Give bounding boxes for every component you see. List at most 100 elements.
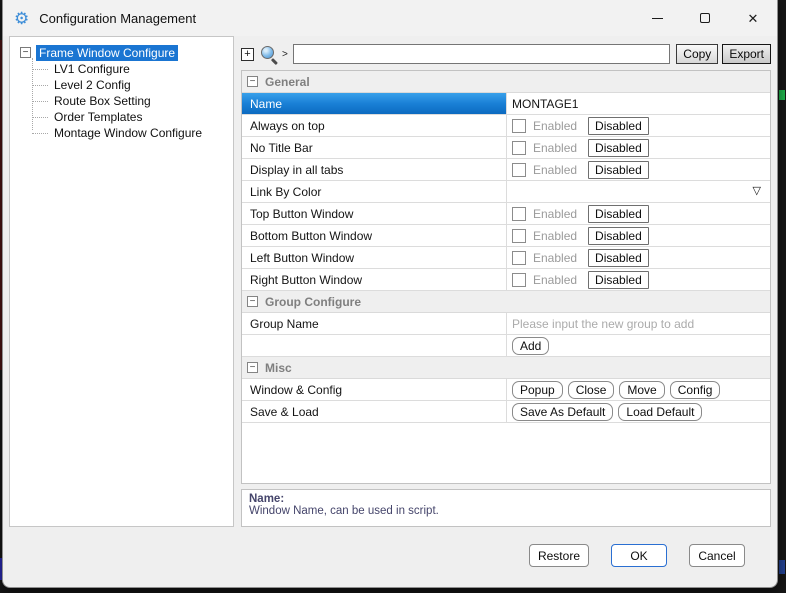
property-label-name[interactable]: Name bbox=[242, 93, 506, 114]
expand-all-icon[interactable]: + bbox=[241, 48, 254, 61]
tree-item-level-2-config[interactable]: Level 2 Config bbox=[51, 77, 134, 93]
property-row-no-title-bar: No Title BarEnabledDisabled bbox=[242, 137, 770, 159]
config-button[interactable]: Config bbox=[670, 381, 721, 399]
maximize-button[interactable] bbox=[681, 0, 729, 36]
help-description: Window Name, can be used in script. bbox=[249, 505, 763, 517]
property-value-display-in-all-tabs: Enabled Disabled bbox=[506, 159, 770, 180]
group-name-input[interactable] bbox=[512, 313, 770, 334]
ok-button[interactable]: OK bbox=[611, 544, 667, 567]
property-row-left-button-window: Left Button WindowEnabledDisabled bbox=[242, 247, 770, 269]
top-button-window-enabled-label: Enabled bbox=[533, 207, 577, 221]
tree-item-lv1-configure[interactable]: LV1 Configure bbox=[51, 61, 133, 77]
tree-item-order-templates[interactable]: Order Templates bbox=[51, 109, 145, 125]
property-panel: + > Copy Export −GeneralNameMONTAGE1Alwa… bbox=[241, 36, 771, 527]
property-row-bottom-button-window: Bottom Button Window Enabled Disabled bbox=[242, 225, 770, 247]
tree-guide-line bbox=[32, 69, 48, 70]
bottom-button-window-disabled-button[interactable]: Disabled bbox=[588, 227, 649, 245]
always-on-top-enabled-checkbox[interactable] bbox=[512, 119, 526, 133]
tree-item-row: LV1 Configure bbox=[32, 61, 233, 77]
section-collapse-icon[interactable]: − bbox=[247, 362, 258, 373]
property-value-blank: Add bbox=[506, 335, 770, 356]
top-button-window-enabled-checkbox[interactable] bbox=[512, 207, 526, 221]
property-label-group-name[interactable]: Group Name bbox=[242, 313, 506, 334]
property-row-link-by-color: Link By Color ▽ bbox=[242, 181, 770, 203]
export-button[interactable]: Export bbox=[722, 44, 771, 64]
search-prompt: > bbox=[282, 49, 288, 60]
cancel-button[interactable]: Cancel bbox=[689, 544, 745, 567]
always-on-top-disabled-button[interactable]: Disabled bbox=[588, 117, 649, 135]
property-label-display-in-all-tabs[interactable]: Display in all tabs bbox=[242, 159, 506, 180]
section-header-group-configure[interactable]: −Group Configure bbox=[242, 291, 770, 313]
no-title-bar-disabled-button[interactable]: Disabled bbox=[588, 139, 649, 157]
left-button-window-enabled-checkbox[interactable] bbox=[512, 251, 526, 265]
property-row-right-button-window: Right Button WindowEnabledDisabled bbox=[242, 269, 770, 291]
desktop-artifact bbox=[779, 560, 785, 574]
property-value-no-title-bar: EnabledDisabled bbox=[506, 137, 770, 158]
left-button-window-disabled-button[interactable]: Disabled bbox=[588, 249, 649, 267]
property-row-save-load: Save & Load Save As Default Load Default bbox=[242, 401, 770, 423]
search-input[interactable] bbox=[293, 44, 670, 64]
property-label-top-button-window[interactable]: Top Button Window bbox=[242, 203, 506, 224]
tree-item-frame-window-configure[interactable]: Frame Window Configure bbox=[36, 45, 178, 61]
tree-guide-line bbox=[32, 117, 48, 118]
window-title: Configuration Management bbox=[39, 11, 196, 26]
tree-guide-line bbox=[32, 85, 48, 86]
close-button[interactable]: Close bbox=[568, 381, 615, 399]
tree-item-montage-window-configure[interactable]: Montage Window Configure bbox=[51, 125, 205, 141]
section-collapse-icon[interactable]: − bbox=[247, 76, 258, 87]
section-header-general[interactable]: −General bbox=[242, 71, 770, 93]
property-value-top-button-window: Enabled Disabled bbox=[506, 203, 770, 224]
property-row-group-name: Group Name bbox=[242, 313, 770, 335]
display-in-all-tabs-enabled-checkbox[interactable] bbox=[512, 163, 526, 177]
section-header-misc[interactable]: −Misc bbox=[242, 357, 770, 379]
property-label-bottom-button-window[interactable]: Bottom Button Window bbox=[242, 225, 506, 246]
property-label-link-by-color[interactable]: Link By Color bbox=[242, 181, 506, 202]
right-button-window-disabled-button[interactable]: Disabled bbox=[588, 271, 649, 289]
no-title-bar-enabled-checkbox[interactable] bbox=[512, 141, 526, 155]
property-value-link-by-color: ▽ bbox=[506, 181, 770, 202]
section-title-misc: Misc bbox=[265, 361, 292, 375]
restore-button[interactable]: Restore bbox=[529, 544, 589, 567]
close-button[interactable]: ✕ bbox=[729, 0, 777, 36]
tree-collapse-icon[interactable]: − bbox=[20, 47, 31, 58]
tree-root-row: −Frame Window Configure bbox=[20, 44, 233, 61]
always-on-top-enabled-label: Enabled bbox=[533, 119, 577, 133]
section-collapse-icon[interactable]: − bbox=[247, 296, 258, 307]
bottom-button-window-enabled-checkbox[interactable] bbox=[512, 229, 526, 243]
minimize-button[interactable] bbox=[633, 0, 681, 36]
desktop-artifact bbox=[779, 90, 785, 100]
load-default-button[interactable]: Load Default bbox=[618, 403, 702, 421]
property-label-window-config[interactable]: Window & Config bbox=[242, 379, 506, 400]
copy-button[interactable]: Copy bbox=[676, 44, 718, 64]
right-button-window-enabled-checkbox[interactable] bbox=[512, 273, 526, 287]
move-button[interactable]: Move bbox=[619, 381, 664, 399]
property-label-always-on-top[interactable]: Always on top bbox=[242, 115, 506, 136]
top-button-window-disabled-button[interactable]: Disabled bbox=[588, 205, 649, 223]
property-value-bottom-button-window: Enabled Disabled bbox=[506, 225, 770, 246]
section-title-general: General bbox=[265, 75, 310, 89]
property-value-always-on-top: Enabled Disabled bbox=[506, 115, 770, 136]
search-icon[interactable] bbox=[259, 44, 279, 64]
dialog-footer: Restore OK Cancel bbox=[3, 527, 777, 567]
dialog-content: −Frame Window ConfigureLV1 ConfigureLeve… bbox=[3, 36, 777, 527]
popup-button[interactable]: Popup bbox=[512, 381, 563, 399]
property-label-save-load[interactable]: Save & Load bbox=[242, 401, 506, 422]
config-tree: −Frame Window ConfigureLV1 ConfigureLeve… bbox=[9, 36, 234, 527]
tree-item-route-box-setting[interactable]: Route Box Setting bbox=[51, 93, 154, 109]
link-by-color-dropdown-icon[interactable]: ▽ bbox=[753, 186, 761, 197]
search-toolbar: + > Copy Export bbox=[241, 43, 771, 65]
property-label-blank[interactable] bbox=[242, 335, 506, 356]
save-as-default-button[interactable]: Save As Default bbox=[512, 403, 613, 421]
property-value-name: MONTAGE1 bbox=[506, 93, 770, 114]
maximize-icon bbox=[700, 13, 710, 23]
display-in-all-tabs-disabled-button[interactable]: Disabled bbox=[588, 161, 649, 179]
tree-guide-line bbox=[32, 133, 48, 134]
property-row-name: NameMONTAGE1 bbox=[242, 93, 770, 115]
display-in-all-tabs-enabled-label: Enabled bbox=[533, 163, 577, 177]
property-label-no-title-bar[interactable]: No Title Bar bbox=[242, 137, 506, 158]
bottom-button-window-enabled-label: Enabled bbox=[533, 229, 577, 243]
title-bar[interactable]: ⚙ Configuration Management ✕ bbox=[3, 0, 777, 36]
property-label-right-button-window[interactable]: Right Button Window bbox=[242, 269, 506, 290]
add-button[interactable]: Add bbox=[512, 337, 549, 355]
property-label-left-button-window[interactable]: Left Button Window bbox=[242, 247, 506, 268]
